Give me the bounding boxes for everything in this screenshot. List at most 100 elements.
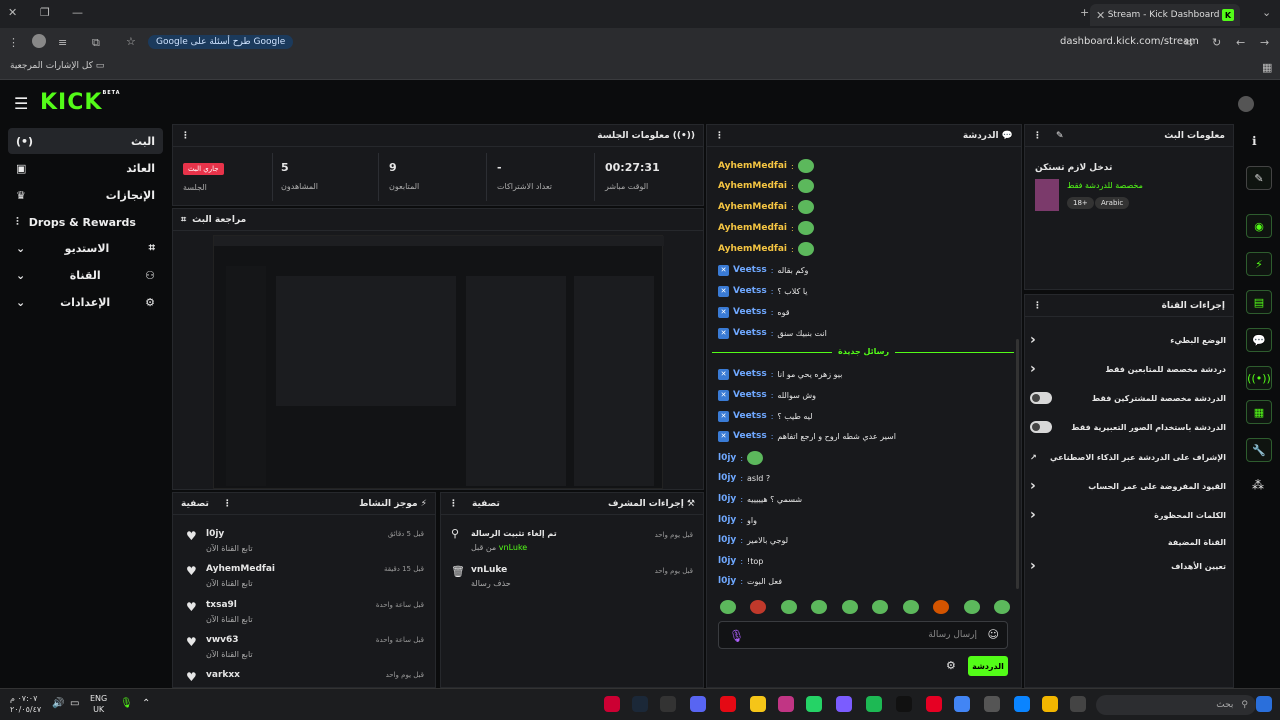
- bookmark-star-icon[interactable]: ☆: [126, 35, 136, 48]
- instagram-icon[interactable]: [778, 696, 794, 712]
- channel-action-item[interactable]: › القيود المفروضة على عمر الحساب: [1030, 472, 1226, 500]
- user-avatar[interactable]: [1238, 96, 1254, 112]
- chat-message[interactable]: ✕ Veetss: اسير عدي شطه اروح و ارجع اتفاهم: [718, 428, 896, 444]
- chat-message[interactable]: ✕ Veetss: انت بنبيك سنق: [718, 325, 827, 341]
- channel-action-item[interactable]: › الوضع البطيء: [1030, 326, 1226, 354]
- chevron-right-icon[interactable]: ›: [1030, 478, 1036, 494]
- whatsapp-icon[interactable]: [806, 696, 822, 712]
- more-icon[interactable]: ⋮: [223, 499, 232, 509]
- emote-icon[interactable]: [993, 600, 1010, 614]
- emote-icon[interactable]: [841, 600, 858, 614]
- sidebar-item-stream[interactable]: (•) البث: [8, 128, 163, 154]
- chat-username[interactable]: l0jy: [718, 494, 736, 504]
- chat-username[interactable]: Veetss: [733, 431, 767, 441]
- chat-message[interactable]: l0jy: فعل البوت: [718, 573, 782, 589]
- chat-username[interactable]: AyhemMedfai: [718, 181, 787, 191]
- extensions-icon[interactable]: ⧉: [92, 36, 100, 50]
- sidebar-item-channel[interactable]: ⌄ القناة ⚇: [8, 262, 163, 288]
- chat-settings-gear-icon[interactable]: ⚙: [946, 659, 956, 672]
- tray-expand-icon[interactable]: ⌃: [142, 698, 150, 709]
- language-indicator[interactable]: ENG UK: [90, 693, 107, 715]
- emote-icon[interactable]: [872, 600, 889, 614]
- discord-icon[interactable]: [690, 696, 706, 712]
- chat-username[interactable]: AyhemMedfai: [718, 202, 787, 212]
- chrome-icon[interactable]: [954, 696, 970, 712]
- channel-action-item[interactable]: › الكلمات المحظورة: [1030, 501, 1226, 529]
- emote-icon[interactable]: [720, 600, 736, 614]
- site-settings-icon[interactable]: ⇆: [1184, 36, 1193, 49]
- app-icon[interactable]: [660, 696, 676, 712]
- chat-username[interactable]: l0jy: [718, 535, 736, 545]
- chat-message[interactable]: AyhemMedfai:: [718, 158, 814, 174]
- forward-icon[interactable]: ←: [1236, 36, 1245, 49]
- chat-username[interactable]: Veetss: [733, 328, 767, 338]
- avatar[interactable]: [32, 34, 46, 48]
- new-tab-icon[interactable]: +: [1080, 6, 1089, 19]
- chat-username[interactable]: l0jy: [718, 576, 736, 586]
- more-icon[interactable]: ⋮: [449, 499, 458, 509]
- chat-message[interactable]: ✕ Veetss: بيو زهره يحي مو انا: [718, 366, 842, 382]
- mic-tray-icon[interactable]: 🎙: [120, 698, 133, 709]
- apps-grid-icon[interactable]: ▦: [1262, 61, 1272, 74]
- clock[interactable]: ٠٧:٠٧ م ٢٠/٠٥/٤٧: [10, 693, 41, 715]
- app-icon[interactable]: [1070, 696, 1086, 712]
- chat-message[interactable]: AyhemMedfai:: [718, 199, 814, 215]
- reading-list-icon[interactable]: ≡: [58, 36, 67, 49]
- minimize-window-icon[interactable]: —: [72, 6, 83, 19]
- chat-message[interactable]: l0jy: !top: [718, 553, 763, 569]
- activity-filter-button[interactable]: تصفية: [181, 499, 209, 509]
- chat-scrollbar[interactable]: [1016, 339, 1019, 589]
- sidebar-item-revenue[interactable]: ▣ العائد: [8, 155, 163, 181]
- chat-message[interactable]: AyhemMedfai:: [718, 178, 814, 194]
- mod-filter-button[interactable]: تصفية: [472, 499, 500, 509]
- emote-icon[interactable]: [811, 600, 828, 614]
- pinterest-icon[interactable]: [926, 696, 942, 712]
- sidebar-item-studio[interactable]: ⌄ الاستديو ⌗: [8, 235, 163, 261]
- sidebar-item-drops[interactable]: ⫶ Drops & Rewards: [8, 209, 163, 235]
- emote-icon[interactable]: [902, 600, 919, 614]
- toggle-switch[interactable]: [1030, 392, 1052, 404]
- chat-message[interactable]: ✕ Veetss: قوه: [718, 304, 790, 320]
- chat-username[interactable]: Veetss: [733, 390, 767, 400]
- network-icon[interactable]: ▭: [70, 698, 79, 709]
- sidebar-item-settings[interactable]: ⌄ الإعدادات ⚙: [8, 289, 163, 315]
- steam-icon[interactable]: [632, 696, 648, 712]
- close-window-icon[interactable]: ✕: [8, 6, 17, 19]
- menu-dots-icon[interactable]: ⋮: [8, 36, 19, 49]
- taskbar-search[interactable]: بحث ⚲: [1096, 695, 1256, 715]
- back-icon[interactable]: →: [1260, 36, 1269, 49]
- sidebar-item-achievements[interactable]: ♛ الإنجازات: [8, 182, 163, 208]
- chat-username[interactable]: l0jy: [718, 473, 736, 483]
- more-icon[interactable]: ⋮: [1033, 301, 1042, 311]
- chevron-right-icon[interactable]: ›: [1030, 558, 1036, 574]
- chat-username[interactable]: AyhemMedfai: [718, 223, 787, 233]
- more-icon[interactable]: ⋮: [715, 131, 724, 141]
- chat-message[interactable]: l0jy: واو: [718, 512, 757, 528]
- volume-icon[interactable]: 🔊: [52, 698, 64, 709]
- microphone-icon[interactable]: 🎙: [729, 629, 744, 643]
- app-icon[interactable]: [604, 696, 620, 712]
- chat-username[interactable]: l0jy: [718, 515, 736, 525]
- more-icon[interactable]: ⋮: [181, 131, 190, 141]
- stream-preview-video[interactable]: [213, 235, 664, 489]
- emote-icon[interactable]: [780, 600, 797, 614]
- rail-edit-button[interactable]: ✎: [1246, 166, 1272, 190]
- toggle-switch[interactable]: [1030, 421, 1052, 433]
- rail-notes-button[interactable]: ▤: [1246, 290, 1272, 314]
- chevron-right-icon[interactable]: ›: [1030, 361, 1036, 377]
- chat-message[interactable]: AyhemMedfai:: [718, 241, 814, 257]
- emote-icon[interactable]: [933, 600, 950, 614]
- channel-action-item[interactable]: الدردشة مخصصة للمشتركين فقط: [1030, 384, 1226, 412]
- channel-action-item[interactable]: الدردشة باستخدام الصور التعبيرية فقط: [1030, 413, 1226, 441]
- chat-message[interactable]: l0jy: asld ?: [718, 470, 770, 486]
- chevron-right-icon[interactable]: ›: [1030, 332, 1036, 348]
- channel-action-item[interactable]: ↗ الإشراف على الدردشة عبر الذكاء الاصطناع…: [1030, 443, 1226, 471]
- rail-chat-button[interactable]: 💬: [1246, 328, 1272, 352]
- chat-message[interactable]: l0jy:: [718, 450, 764, 466]
- chat-username[interactable]: l0jy: [718, 453, 736, 463]
- kick-logo[interactable]: KICKBETA: [40, 90, 121, 115]
- chat-username[interactable]: Veetss: [733, 307, 767, 317]
- chat-username[interactable]: Veetss: [733, 286, 767, 296]
- app-icon[interactable]: [750, 696, 766, 712]
- store-icon[interactable]: [984, 696, 1000, 712]
